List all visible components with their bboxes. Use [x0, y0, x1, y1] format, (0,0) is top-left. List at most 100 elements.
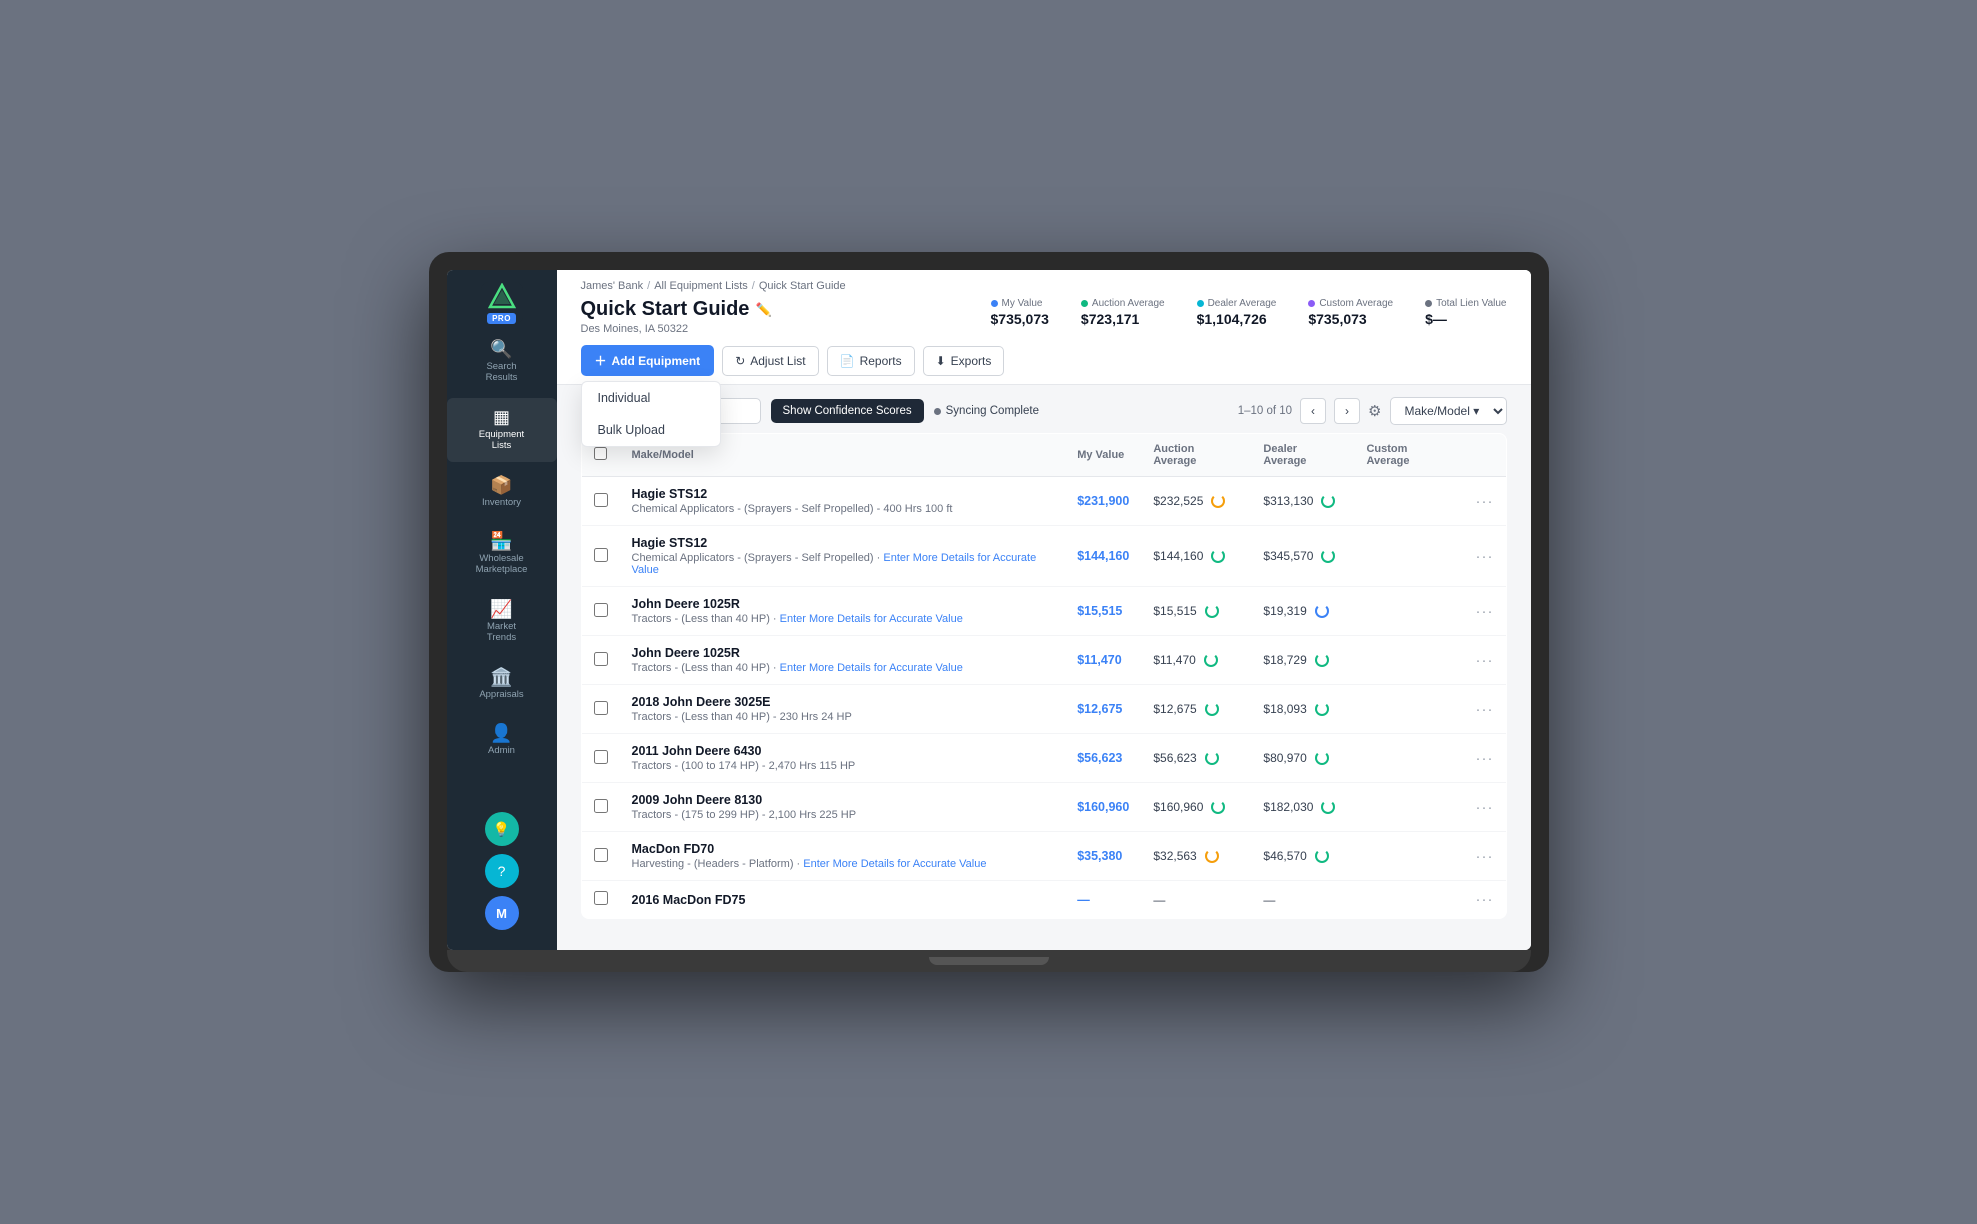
question-button[interactable]: ?: [485, 854, 519, 888]
row-checkbox[interactable]: [594, 548, 608, 562]
sidebar-item-market-trends[interactable]: 📈 MarketTrends: [447, 590, 557, 654]
sidebar-item-equipment-lists[interactable]: ▦ EquipmentLists: [447, 398, 557, 462]
my-value-cell: $56,623: [1077, 751, 1122, 765]
exports-icon: ⬇: [936, 354, 946, 368]
custom-avg-cell: [1354, 587, 1463, 636]
more-options-button[interactable]: ···: [1475, 750, 1493, 767]
page-subtitle: Des Moines, IA 50322: [581, 323, 772, 335]
value-my-value: My Value $735,073: [991, 298, 1049, 327]
more-options-button[interactable]: ···: [1475, 603, 1493, 620]
pro-badge: PRO: [487, 313, 516, 324]
reports-button[interactable]: 📄 Reports: [827, 346, 915, 376]
row-checkbox[interactable]: [594, 750, 608, 764]
select-all-checkbox[interactable]: [594, 447, 607, 460]
my-value-cell: $35,380: [1077, 849, 1122, 863]
dealer-avg-cell: $182,030: [1263, 800, 1313, 814]
value-lien: Total Lien Value $—: [1425, 298, 1506, 327]
equipment-name: Hagie STS12: [632, 536, 1054, 550]
equipment-link[interactable]: Enter More Details for Accurate Value: [803, 858, 986, 870]
my-value-cell: $231,900: [1077, 494, 1129, 508]
row-checkbox[interactable]: [594, 603, 608, 617]
show-confidence-button[interactable]: Show Confidence Scores: [771, 399, 924, 423]
exports-button[interactable]: ⬇ Exports: [923, 346, 1005, 376]
row-checkbox[interactable]: [594, 891, 608, 905]
refresh-icon: [1315, 653, 1329, 667]
sidebar-item-inventory[interactable]: 📦 Inventory: [447, 466, 557, 518]
more-options-button[interactable]: ···: [1475, 652, 1493, 669]
individual-option[interactable]: Individual: [582, 382, 720, 414]
admin-icon: 👤: [490, 724, 512, 742]
custom-avg-cell: [1354, 477, 1463, 526]
more-options-button[interactable]: ···: [1475, 891, 1493, 908]
more-options-button[interactable]: ···: [1475, 799, 1493, 816]
more-options-button[interactable]: ···: [1475, 493, 1493, 510]
my-value-dot: [991, 300, 998, 307]
equipment-sub: Tractors - (Less than 40 HP) - 230 Hrs 2…: [632, 711, 1054, 723]
dealer-avg-cell: $18,093: [1263, 702, 1306, 716]
edit-title-icon[interactable]: ✏️: [755, 302, 771, 318]
equipment-link[interactable]: Enter More Details for Accurate Value: [632, 552, 1037, 576]
table-row: 2011 John Deere 6430Tractors - (100 to 1…: [581, 734, 1506, 783]
custom-avg-header: Custom Average: [1354, 434, 1463, 477]
prev-page-button[interactable]: ‹: [1300, 398, 1326, 424]
help-button[interactable]: 💡: [485, 812, 519, 846]
table-row: 2009 John Deere 8130Tractors - (175 to 2…: [581, 783, 1506, 832]
row-checkbox[interactable]: [594, 848, 608, 862]
table-row: John Deere 1025RTractors - (Less than 40…: [581, 587, 1506, 636]
custom-avg-cell: [1354, 881, 1463, 919]
dealer-avg-dot: [1197, 300, 1204, 307]
breadcrumb-current: Quick Start Guide: [759, 280, 846, 292]
inventory-icon: 📦: [490, 476, 512, 494]
breadcrumb-bank[interactable]: James' Bank: [581, 280, 644, 292]
avatar-button[interactable]: M: [485, 896, 519, 930]
table-row: MacDon FD70Harvesting - (Headers - Platf…: [581, 832, 1506, 881]
next-page-button[interactable]: ›: [1334, 398, 1360, 424]
equipment-sub: Tractors - (Less than 40 HP) · Enter Mor…: [632, 613, 1054, 625]
add-equipment-button[interactable]: ＋ Add Equipment: [581, 345, 715, 376]
market-trends-icon: 📈: [490, 600, 512, 618]
equipment-link[interactable]: Enter More Details for Accurate Value: [780, 662, 963, 674]
row-checkbox[interactable]: [594, 701, 608, 715]
plus-icon: ＋: [595, 352, 607, 369]
auction-avg-cell: $32,563: [1153, 849, 1196, 863]
refresh-icon: [1315, 702, 1329, 716]
more-options-button[interactable]: ···: [1475, 548, 1493, 565]
table-settings-button[interactable]: ⚙: [1368, 402, 1381, 420]
loading-icon: [1211, 494, 1225, 508]
my-value-cell: $160,960: [1077, 800, 1129, 814]
row-checkbox[interactable]: [594, 493, 608, 507]
equipment-link[interactable]: Enter More Details for Accurate Value: [780, 613, 963, 625]
sidebar-item-appraisals[interactable]: 🏛️ Appraisals: [447, 658, 557, 710]
my-value-cell: $15,515: [1077, 604, 1122, 618]
equipment-name: 2016 MacDon FD75: [632, 893, 1054, 907]
bulk-upload-option[interactable]: Bulk Upload: [582, 414, 720, 446]
my-value-cell: $144,160: [1077, 549, 1129, 563]
dealer-avg-amount: $1,104,726: [1197, 311, 1267, 327]
sidebar-item-wholesale[interactable]: 🏪 WholesaleMarketplace: [447, 522, 557, 586]
refresh-icon: [1211, 800, 1225, 814]
breadcrumb-lists[interactable]: All Equipment Lists: [654, 280, 748, 292]
sidebar-item-search[interactable]: 🔍 SearchResults: [447, 330, 557, 394]
page-title: Quick Start Guide ✏️: [581, 298, 772, 321]
refresh-icon: [1315, 751, 1329, 765]
refresh-icon: [1315, 849, 1329, 863]
row-checkbox[interactable]: [594, 652, 608, 666]
auction-avg-amount: $723,171: [1081, 311, 1139, 327]
my-value-cell: —: [1077, 893, 1090, 907]
sidebar-item-label: SearchResults: [486, 361, 518, 384]
my-value-header: My Value: [1065, 434, 1141, 477]
auction-avg-cell: $11,470: [1153, 653, 1196, 667]
auction-avg-cell: $160,960: [1153, 800, 1203, 814]
adjust-list-button[interactable]: ↻ Adjust List: [722, 346, 818, 376]
table-row: John Deere 1025RTractors - (Less than 40…: [581, 636, 1506, 685]
equipment-name: MacDon FD70: [632, 842, 1054, 856]
action-bar: ＋ Add Equipment Individual Bulk Upload ↻…: [581, 345, 1507, 384]
equipment-name: John Deere 1025R: [632, 646, 1054, 660]
custom-avg-amount: $735,073: [1308, 311, 1366, 327]
more-options-button[interactable]: ···: [1475, 701, 1493, 718]
sort-dropdown[interactable]: Make/Model ▾: [1390, 397, 1507, 425]
sidebar-item-admin[interactable]: 👤 Admin: [447, 714, 557, 766]
row-checkbox[interactable]: [594, 799, 608, 813]
equipment-name: 2011 John Deere 6430: [632, 744, 1054, 758]
more-options-button[interactable]: ···: [1475, 848, 1493, 865]
